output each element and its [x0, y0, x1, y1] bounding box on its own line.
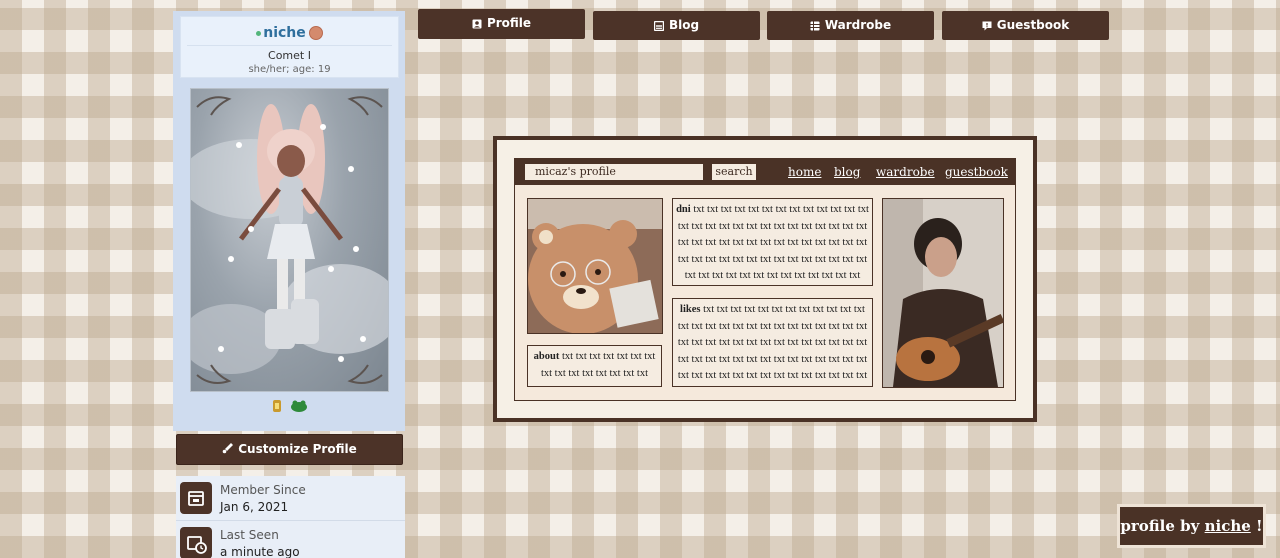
- dni-box: dni txt txt txt txt txt txt txt txt txt …: [672, 198, 873, 286]
- frog-badge-icon[interactable]: [289, 398, 309, 414]
- tab-profile-label: Profile: [486, 16, 532, 30]
- last-seen-label: Last Seen: [220, 528, 279, 542]
- dni-heading: dni: [676, 204, 691, 215]
- wardrobe-icon: [810, 21, 820, 31]
- badge-row: [270, 398, 309, 418]
- credit-prefix: profile by: [1120, 517, 1200, 535]
- tab-guestbook[interactable]: Guestbook: [942, 11, 1109, 40]
- online-status-icon: [256, 30, 262, 36]
- guestbook-icon: [982, 21, 992, 31]
- divider: [187, 45, 392, 46]
- likes-text: txt txt txt txt txt txt txt txt txt txt …: [677, 304, 868, 382]
- snail-icon: [308, 26, 323, 40]
- tab-profile[interactable]: Profile: [418, 9, 585, 39]
- member-since-row: Member Since Jan 6, 2021: [176, 476, 405, 520]
- tab-blog[interactable]: Blog: [593, 11, 760, 40]
- user-card: niche Comet I she/her; age: 19: [180, 16, 399, 78]
- profile-sidebar: niche Comet I she/her; age: 19: [173, 11, 405, 431]
- about-heading: about: [533, 351, 560, 362]
- customize-profile-label: Customize Profile: [238, 442, 357, 456]
- nav-link-home[interactable]: home: [788, 165, 821, 179]
- nav-link-wardrobe[interactable]: wardrobe: [876, 165, 935, 179]
- blog-icon: [653, 20, 665, 32]
- customize-profile-button[interactable]: Customize Profile: [176, 434, 403, 465]
- custom-profile-inner: micaz's profile search home blog wardrob…: [514, 158, 1016, 401]
- lantern-badge-icon[interactable]: [270, 398, 284, 414]
- tab-guestbook-label: Guestbook: [996, 18, 1070, 32]
- user-pronouns: she/her; age: 19: [248, 64, 331, 75]
- credit-suffix: !: [1256, 517, 1263, 535]
- likes-box: likes txt txt txt txt txt txt txt txt tx…: [672, 298, 873, 387]
- brush-icon: [222, 443, 234, 454]
- guitarist-photo: [882, 198, 1004, 388]
- profile-search-input[interactable]: micaz's profile: [525, 164, 703, 180]
- about-box: about txt txt txt txt txt txt txt txt tx…: [527, 345, 662, 387]
- user-title: Comet I: [268, 49, 311, 62]
- profile-search-button[interactable]: search: [712, 164, 756, 180]
- tab-blog-label: Blog: [668, 18, 700, 32]
- username[interactable]: niche: [263, 25, 306, 41]
- member-since-label: Member Since: [220, 483, 306, 497]
- last-seen-value: a minute ago: [220, 545, 300, 558]
- calendar-clock-icon: [180, 527, 212, 558]
- dni-text: txt txt txt txt txt txt txt txt txt txt …: [677, 204, 869, 282]
- avatar-figure: [191, 96, 388, 384]
- profile-credit: profile by niche !: [1117, 504, 1266, 548]
- tab-wardrobe-label: Wardrobe: [824, 18, 892, 32]
- member-info-card: Member Since Jan 6, 2021 Last Seen a min…: [176, 476, 405, 558]
- profile-navbar: micaz's profile search home blog wardrob…: [515, 159, 1015, 185]
- about-text: txt txt txt txt txt txt txt txt txt txt …: [540, 351, 656, 379]
- credit-author-link[interactable]: niche: [1205, 517, 1251, 535]
- username-line: niche: [181, 22, 398, 44]
- avatar: [190, 88, 389, 392]
- custom-profile-card: micaz's profile search home blog wardrob…: [493, 136, 1037, 422]
- tab-wardrobe[interactable]: Wardrobe: [767, 11, 934, 40]
- member-since-value: Jan 6, 2021: [220, 500, 289, 514]
- likes-heading: likes: [680, 304, 701, 315]
- calendar-icon: [180, 482, 212, 514]
- nav-link-guestbook[interactable]: guestbook: [945, 165, 1008, 179]
- nav-link-blog[interactable]: blog: [834, 165, 860, 179]
- profile-icon: [472, 19, 482, 29]
- last-seen-row: Last Seen a minute ago: [176, 520, 405, 558]
- bear-photo: [527, 198, 663, 334]
